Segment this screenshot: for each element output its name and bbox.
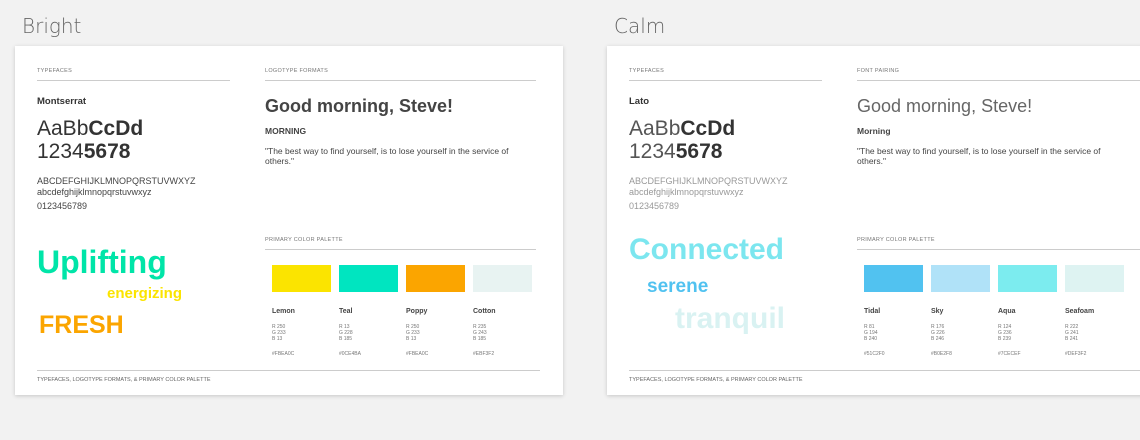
swatch-tidal [864,265,923,292]
mood-word-fresh: FRESH [39,311,124,339]
swatch-hex: #0CE4BA [339,351,361,357]
divider [265,80,536,81]
swatch-rgb: R 235 G 243 B 185 [473,324,487,342]
swatch-cotton [473,265,532,292]
swatch-aqua [998,265,1057,292]
mood-word-uplifting: Uplifting [37,244,167,280]
swatch-rgb: R 250 G 233 B 13 [272,324,286,342]
swatch-hex: #7CECEF [998,351,1021,357]
typeface-name: Lato [629,96,650,107]
logotype-formats-label: LOGOTYPE FORMATS [265,68,329,74]
charset-lowercase: abcdefghijklmnopqrstuvwxyz [37,187,152,197]
morning-subhead: MORNING [265,126,307,136]
divider [265,249,536,250]
typefaces-label: TYPEFACES [37,68,73,74]
swatch-hex: #B0E2F8 [931,351,952,357]
swatch-rgb: R 13 G 228 B 185 [339,324,353,342]
divider [37,370,540,371]
swatch-rgb: R 176 G 226 B 246 [931,324,945,342]
quote-text: "The best way to find yourself, is to lo… [857,146,1101,166]
style-card-calm[interactable]: TYPEFACES FONT PAIRING Lato AaBbCcDd 123… [607,46,1140,395]
swatch-rgb: R 124 G 236 B 239 [998,324,1012,342]
divider [857,80,1140,81]
divider [629,370,1140,371]
swatch-rgb: R 81 G 194 B 240 [864,324,878,342]
mood-word-energizing: energizing [107,285,183,302]
swatch-name: Lemon [272,308,295,315]
quote-text: "The best way to find yourself, is to lo… [265,146,509,166]
greeting-headline: Good morning, Steve! [857,96,1033,116]
typeface-sample-digits: 12345678 [629,140,723,163]
divider [37,80,230,81]
swatch-hex: #FBEA0C [406,351,429,357]
swatch-name: Cotton [473,308,496,315]
swatch-rgb: R 250 G 233 B 13 [406,324,420,342]
swatch-hex: #EBF3F2 [473,351,495,357]
swatch-teal [339,265,398,292]
board-title-calm: Calm [614,14,666,38]
charset-uppercase: ABCDEFGHIJKLMNOPQRSTUVWXYZ [629,176,788,186]
typeface-sample-letters: AaBbCcDd [629,117,736,140]
typefaces-label: TYPEFACES [629,68,665,74]
swatch-rgb: R 222 G 241 B 241 [1065,324,1079,342]
primary-palette-label: PRIMARY COLOR PALETTE [857,237,935,243]
greeting-headline: Good morning, Steve! [265,96,454,116]
font-pairing-label: FONT PAIRING [857,68,900,74]
divider [629,80,822,81]
swatch-name: Teal [339,308,353,315]
charset-uppercase: ABCDEFGHIJKLMNOPQRSTUVWXYZ [37,176,196,186]
typeface-sample-digits: 12345678 [37,140,131,163]
swatch-hex: #FBEA0C [272,351,295,357]
swatch-poppy [406,265,465,292]
charset-lowercase: abcdefghijklmnopqrstuvwxyz [629,187,744,197]
swatch-name: Seafoam [1065,308,1095,315]
card-footer: TYPEFACES, LOGOTYPE FORMATS, & PRIMARY C… [37,377,211,383]
typeface-sample-letters: AaBbCcDd [37,117,144,140]
swatch-hex: #DEF3F2 [1065,351,1087,357]
typeface-name: Montserrat [37,96,87,107]
swatch-name: Poppy [406,308,428,315]
swatch-name: Sky [931,308,944,315]
swatch-lemon [272,265,331,292]
swatch-name: Aqua [998,308,1016,315]
charset-numbers: 0123456789 [629,201,680,211]
mood-word-connected: Connected [629,233,785,266]
swatch-seafoam [1065,265,1124,292]
swatch-name: Tidal [864,308,881,315]
divider [857,249,1140,250]
mood-word-serene: serene [647,276,709,297]
mood-word-tranquil: tranquil [675,302,785,335]
swatch-sky [931,265,990,292]
charset-numbers: 0123456789 [37,201,88,211]
primary-palette-label: PRIMARY COLOR PALETTE [265,237,343,243]
morning-subhead: Morning [857,126,891,136]
swatch-hex: #51C2F0 [864,351,885,357]
style-card-bright[interactable]: TYPEFACES LOGOTYPE FORMATS Montserrat Aa… [15,46,563,395]
card-footer: TYPEFACES, LOGOTYPE FORMATS, & PRIMARY C… [629,377,803,383]
board-title-bright: Bright [22,14,82,38]
